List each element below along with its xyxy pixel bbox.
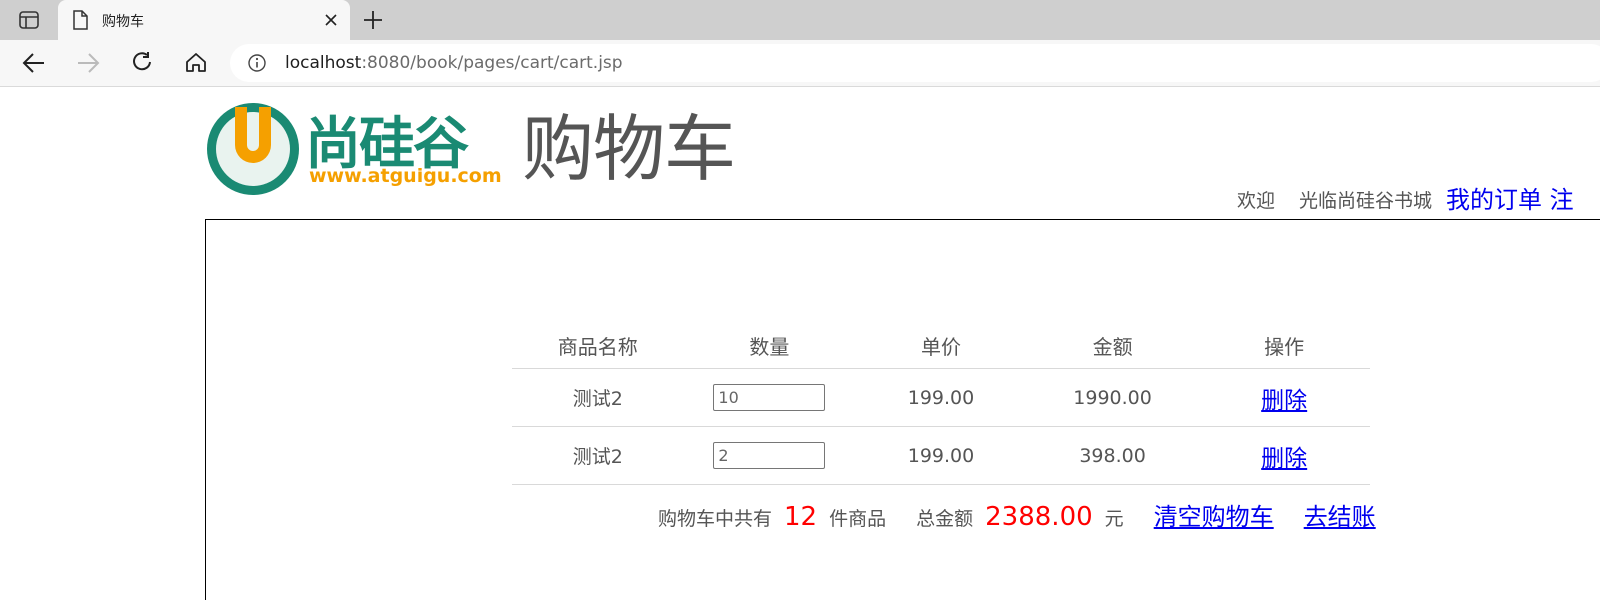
column-header-quantity: 数量 xyxy=(749,334,790,359)
delete-link[interactable]: 删除 xyxy=(1261,388,1307,414)
item-name: 测试2 xyxy=(572,446,623,468)
total-prefix: 总金额 xyxy=(916,508,974,530)
logo-url: www.atguigu.com xyxy=(309,165,502,187)
welcome-site: 光临尚硅谷书城 xyxy=(1299,190,1433,212)
column-header-action: 操作 xyxy=(1264,334,1305,359)
browser-tab-bar: 购物车 xyxy=(0,0,1600,40)
item-total: 398.00 xyxy=(1079,444,1146,467)
count-prefix: 购物车中共有 xyxy=(658,508,773,530)
item-count: 12 xyxy=(784,502,818,532)
page-title: 购物车 xyxy=(522,107,736,191)
total-amount: 2388.00 xyxy=(985,502,1093,532)
address-bar[interactable]: localhost:8080/book/pages/cart/cart.jsp xyxy=(230,44,1600,82)
atguigu-logo: 尚硅谷 www.atguigu.com xyxy=(207,97,512,197)
home-icon[interactable] xyxy=(182,49,210,77)
welcome-bar: 欢迎 光临尚硅谷书城 我的订单 注 xyxy=(1237,179,1574,214)
url-path: :8080/book/pages/cart/cart.jsp xyxy=(361,53,623,73)
cart-summary: 购物车中共有 12 件商品 总金额 2388.00 元 清空购物车 去结账 xyxy=(658,497,1376,532)
delete-link[interactable]: 删除 xyxy=(1261,446,1307,472)
item-name: 测试2 xyxy=(572,388,623,410)
forward-icon[interactable] xyxy=(74,49,102,77)
column-header-name: 商品名称 xyxy=(557,334,638,359)
close-icon[interactable] xyxy=(320,9,342,31)
url-host: localhost xyxy=(285,53,362,73)
action-cell: 删除 xyxy=(1198,381,1370,415)
browser-toolbar: localhost:8080/book/pages/cart/cart.jsp xyxy=(0,40,1600,87)
table-row: 测试2 199.00 1990.00 删除 xyxy=(512,369,1370,427)
new-tab-icon[interactable] xyxy=(360,8,386,32)
quantity-cell xyxy=(684,384,856,411)
item-price: 199.00 xyxy=(907,386,975,409)
page-icon xyxy=(72,10,88,34)
cart-table: 商品名称 数量 单价 金额 操作 测试2 199.00 1990.00 删除 测… xyxy=(512,322,1370,485)
clear-cart-link[interactable]: 清空购物车 xyxy=(1154,503,1274,531)
refresh-icon[interactable] xyxy=(128,49,156,77)
item-total: 1990.00 xyxy=(1073,386,1152,409)
back-icon[interactable] xyxy=(20,49,48,77)
my-orders-link[interactable]: 我的订单 注 xyxy=(1446,186,1574,214)
quantity-input[interactable] xyxy=(713,384,826,411)
browser-tab[interactable]: 购物车 xyxy=(58,0,350,40)
checkout-link[interactable]: 去结账 xyxy=(1304,503,1376,531)
total-suffix: 元 xyxy=(1104,508,1124,530)
table-row: 测试2 199.00 398.00 删除 xyxy=(512,427,1370,485)
quantity-cell xyxy=(684,442,856,469)
action-cell: 删除 xyxy=(1198,439,1370,473)
quantity-input[interactable] xyxy=(713,442,826,469)
welcome-label: 欢迎 xyxy=(1237,190,1276,212)
item-price: 199.00 xyxy=(907,444,975,467)
tab-title: 购物车 xyxy=(102,14,144,30)
count-suffix: 件商品 xyxy=(829,508,887,530)
info-icon[interactable] xyxy=(247,53,267,77)
cart-header-row: 商品名称 数量 单价 金额 操作 xyxy=(512,322,1370,369)
column-header-price: 单价 xyxy=(920,334,961,359)
url-text[interactable]: localhost:8080/book/pages/cart/cart.jsp xyxy=(285,53,623,73)
column-header-total: 金额 xyxy=(1092,334,1133,359)
tab-actions-icon[interactable] xyxy=(14,9,44,31)
